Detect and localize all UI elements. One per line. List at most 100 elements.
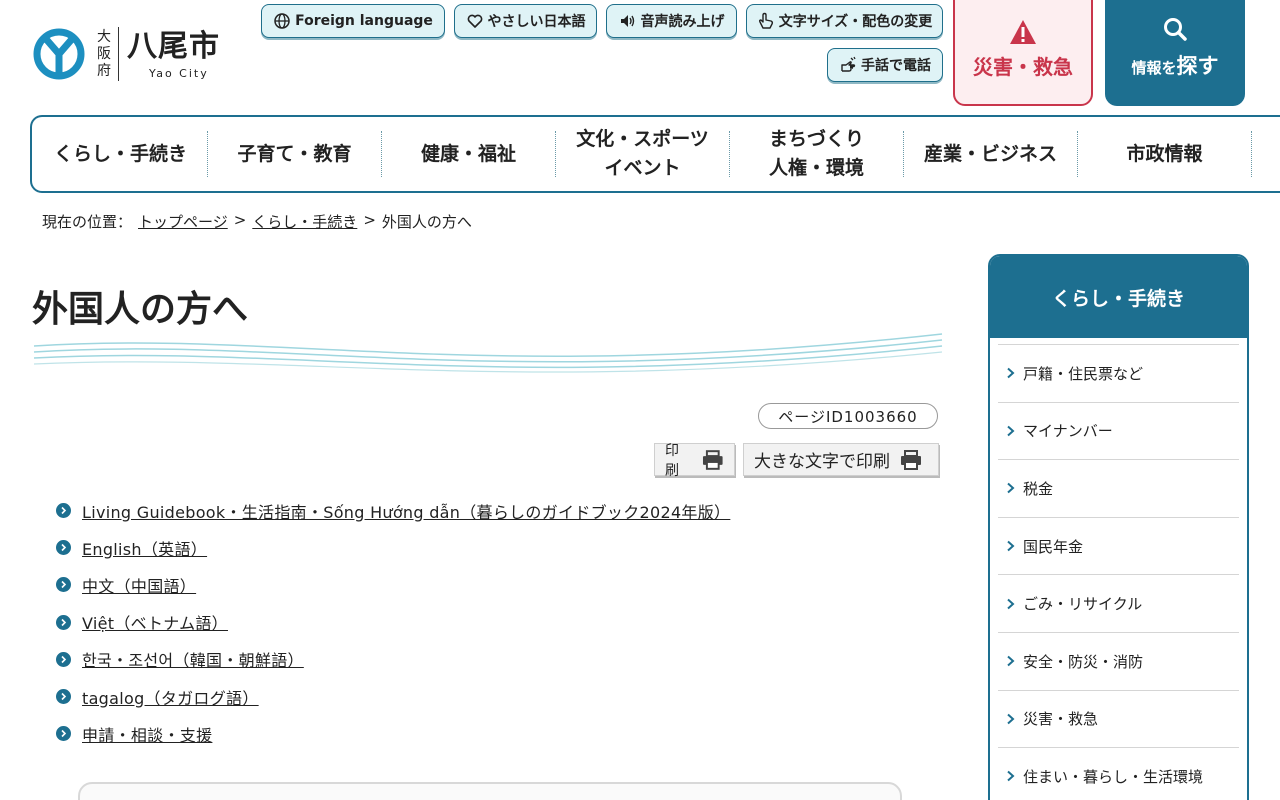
link-living-guidebook[interactable]: Living Guidebook・生活指南・Sống Hướng dẫn（暮らし… [82,499,730,523]
breadcrumb-prefix: 現在の位置： [42,213,133,231]
gnav-childcare[interactable]: 子育て・教育 [208,131,382,177]
breadcrumb-separator: > [363,211,376,229]
search-info-label: 情報を探す [1131,50,1218,80]
side-nav-item[interactable]: 安全・防災・消防 [998,633,1239,691]
breadcrumb: 現在の位置： トップページ > くらし・手続き > 外国人の方へ [42,211,472,232]
global-nav: くらし・手続き 子育て・教育 健康・福祉 文化・スポーツ イベント まちづくり … [30,115,1280,193]
link-tagalog[interactable]: tagalog（タガログ語） [82,685,259,709]
chevron-right-icon [56,577,71,593]
chevron-right-icon [56,689,71,705]
side-nav-item-label: 国民年金 [1023,537,1084,556]
gnav-city-info[interactable]: 市政情報 [1078,131,1252,177]
side-nav-item[interactable]: 税金 [998,460,1239,518]
logo-prefecture: 大阪府 [97,28,111,79]
print-button[interactable]: 印刷 [654,443,735,479]
foreign-language-label: Foreign language [295,13,433,29]
gnav-living[interactable]: くらし・手続き [34,131,208,177]
chevron-right-icon [1007,598,1015,609]
print-label: 印刷 [665,442,679,479]
search-info-label-small: 情報を [1131,59,1177,77]
side-nav-title[interactable]: くらし・手続き [990,256,1247,338]
breadcrumb-separator: > [233,211,247,229]
side-nav-item-label: マイナンバー [1023,422,1113,441]
side-nav-item-label: 住まい・暮らし・生活環境 [1023,767,1204,786]
breadcrumb-current: 外国人の方へ [381,213,472,231]
side-nav-item[interactable]: 住まい・暮らし・生活環境 [998,748,1239,800]
read-aloud-button[interactable]: 音声読み上げ [606,4,737,38]
logo-city-sub: Yao City [149,66,209,80]
chevron-right-icon [56,614,71,630]
side-nav-item[interactable]: 国民年金 [998,518,1239,576]
foreign-language-button[interactable]: Foreign language [261,4,445,38]
side-nav-item[interactable]: マイナンバー [998,403,1239,461]
chevron-right-icon [56,540,71,556]
gnav-industry[interactable]: 産業・ビジネス [904,131,1078,177]
search-info-button[interactable]: 情報を探す [1105,0,1245,106]
site-logo[interactable]: 大阪府 八尾市 Yao City [32,26,220,82]
list-item: Việt（ベトナム語） [56,604,730,641]
chevron-right-icon [56,726,71,742]
search-icon [1164,18,1187,41]
side-nav: くらし・手続き 戸籍・住民票など マイナンバー 税金 国民年金 ごみ・リサイクル… [988,254,1249,800]
content-box [78,782,902,800]
sign-language-phone-button[interactable]: 手話で電話 [827,48,943,82]
side-nav-item-label: 安全・防災・消防 [1023,652,1144,671]
city-emblem-icon [33,28,85,80]
link-vietnamese[interactable]: Việt（ベトナム語） [82,610,228,634]
gnav-town-planning[interactable]: まちづくり 人権・環境 [730,128,904,179]
easy-japanese-button[interactable]: やさしい日本語 [454,4,597,38]
side-nav-item[interactable]: ごみ・リサイクル [998,575,1239,633]
printer-icon [901,449,921,470]
side-nav-item[interactable]: 戸籍・住民票など [998,345,1239,403]
link-chinese[interactable]: 中文（中国語） [82,573,196,597]
side-nav-item-label: 戸籍・住民票など [1023,364,1144,383]
side-nav-item-label: 税金 [1023,479,1054,498]
easy-japanese-label: やさしい日本語 [487,14,586,30]
chevron-right-icon [1007,425,1015,437]
emergency-label: 災害・救急 [973,55,1073,79]
warning-icon [1010,20,1036,44]
page-id-badge: ページID1003660 [758,403,938,429]
side-nav-item-label: 災害・救急 [1023,710,1099,729]
breadcrumb-living[interactable]: くらし・手続き [252,211,357,232]
text-size-color-label: 文字サイズ・配色の変更 [778,14,933,30]
heart-icon [467,14,482,28]
link-english[interactable]: English（英語） [82,536,207,560]
read-aloud-label: 音声読み上げ [640,14,725,30]
cursor-hand-icon [758,12,773,29]
print-large-text-button[interactable]: 大きな文字で印刷 [743,443,939,476]
text-size-color-button[interactable]: 文字サイズ・配色の変更 [746,4,943,38]
sign-language-icon [841,56,856,72]
speaker-icon [620,15,634,27]
gnav-culture[interactable]: 文化・スポーツ イベント [556,128,730,179]
breadcrumb-top[interactable]: トップページ [138,211,228,232]
printer-icon [703,449,724,470]
logo-city-name: 八尾市 [127,28,220,64]
search-info-label-big: 探す [1176,54,1219,78]
sign-language-phone-label: 手話で電話 [861,58,931,74]
chevron-right-icon [56,503,71,519]
side-nav-item[interactable]: 災害・救急 [998,691,1239,749]
list-item: 申請・相談・支援 [56,715,730,752]
chevron-right-icon [1007,368,1015,379]
list-item: 한국・조선어（韓国・朝鮮語） [56,641,730,678]
link-application-support[interactable]: 申請・相談・支援 [82,722,212,746]
list-item: English（英語） [56,529,730,566]
chevron-right-icon [1007,713,1015,725]
list-item: tagalog（タガログ語） [56,678,730,715]
emergency-button[interactable]: 災害・救急 [953,0,1093,106]
list-item: Living Guidebook・生活指南・Sống Hướng dẫn（暮らし… [56,492,730,529]
link-korean[interactable]: 한국・조선어（韓国・朝鮮語） [82,647,304,671]
chevron-right-icon [1007,483,1015,494]
side-nav-item-label: ごみ・リサイクル [1023,595,1143,614]
print-large-label: 大きな文字で印刷 [754,452,890,472]
title-wave-decoration [33,333,943,373]
page-title: 外国人の方へ [32,289,249,330]
language-link-list: Living Guidebook・生活指南・Sống Hướng dẫn（暮らし… [56,492,730,752]
chevron-right-icon [1007,656,1015,667]
chevron-right-icon [1007,771,1015,782]
globe-icon [274,13,290,29]
chevron-right-icon [56,651,71,667]
chevron-right-icon [1007,540,1015,552]
gnav-health[interactable]: 健康・福祉 [382,131,556,177]
